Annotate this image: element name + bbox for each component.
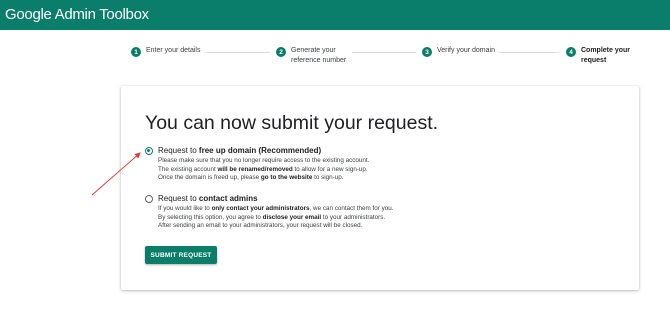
red-arrow-icon bbox=[91, 152, 141, 196]
